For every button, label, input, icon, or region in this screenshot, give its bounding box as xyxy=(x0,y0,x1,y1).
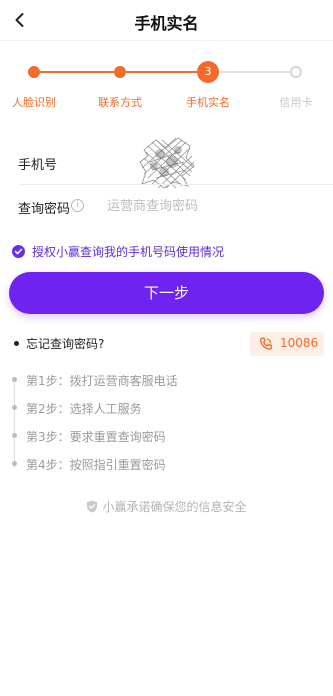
step-label-credit-card: 信用卡 xyxy=(279,96,313,109)
guide-step: 第3步：要求重置查询密码 xyxy=(12,426,212,444)
reset-steps-guide: 第1步：拨打运营商客服电话 第2步：选择人工服务 第3步：要求重置查询密码 第4… xyxy=(12,368,212,472)
header-divider xyxy=(0,40,333,41)
guide-step: 第2步：选择人工服务 xyxy=(12,398,212,416)
phone-icon xyxy=(259,337,273,350)
security-notice: 小赢承诺确保您的信息安全 xyxy=(0,498,333,515)
step-connector xyxy=(38,71,114,73)
shield-icon xyxy=(87,500,98,513)
query-password-input[interactable] xyxy=(107,194,317,218)
step-dot-phone: 3 xyxy=(197,61,219,83)
step-connector xyxy=(218,71,290,73)
step-label-contact: 联系方式 xyxy=(98,96,142,109)
info-icon[interactable]: i xyxy=(71,199,84,212)
authorize-text: 授权小赢查询我的手机号码使用情况 xyxy=(32,245,225,259)
guide-step-text: 第4步：按照指引重置密码 xyxy=(26,458,166,472)
password-label: 查询密码 xyxy=(18,202,71,217)
guide-step-text: 第1步：拨打运营商客服电话 xyxy=(26,374,178,388)
forgot-password-text: 忘记查询密码? xyxy=(26,337,105,351)
security-text: 小赢承诺确保您的信息安全 xyxy=(102,500,247,514)
guide-step-text: 第2步：选择人工服务 xyxy=(26,402,142,416)
checkmark-icon xyxy=(12,245,25,258)
step-connector xyxy=(126,71,198,73)
masked-phone-number xyxy=(139,137,195,189)
hotline-number: 10086 xyxy=(280,336,319,350)
guide-step: 第4步：按照指引重置密码 xyxy=(12,454,212,472)
guide-step: 第1步：拨打运营商客服电话 xyxy=(12,370,212,388)
guide-dot xyxy=(12,405,17,410)
step-label-face: 人脸识别 xyxy=(12,96,56,109)
guide-dot xyxy=(12,377,17,382)
page-title: 手机实名 xyxy=(134,14,199,33)
bullet-dot xyxy=(14,341,19,346)
phone-row: 手机号 xyxy=(18,137,333,189)
step-dot-contact xyxy=(114,66,126,78)
row-divider xyxy=(18,184,333,185)
step-dot-credit-card xyxy=(290,66,302,78)
next-step-button[interactable]: 下一步 xyxy=(9,272,324,314)
progress-stepper: 3 人脸识别 联系方式 手机实名 信用卡 xyxy=(0,50,333,110)
phone-label: 手机号 xyxy=(18,158,58,173)
guide-dot xyxy=(12,433,17,438)
password-row: 查询密码 i xyxy=(18,186,333,226)
guide-dot xyxy=(12,461,17,466)
header-bar: 手机实名 xyxy=(0,0,333,40)
step-dot-face xyxy=(28,66,40,78)
step-label-phone: 手机实名 xyxy=(186,96,230,109)
guide-step-text: 第3步：要求重置查询密码 xyxy=(26,430,166,444)
hotline-button[interactable]: 10086 xyxy=(250,332,324,356)
